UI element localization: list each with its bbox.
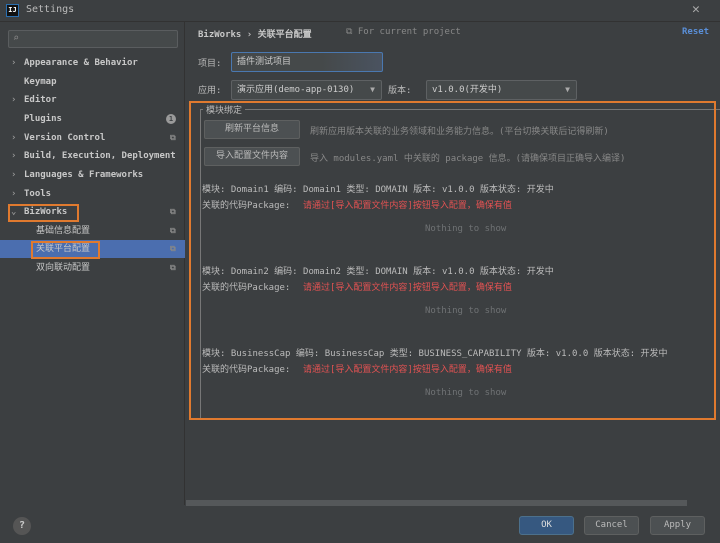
help-button[interactable]: ? <box>13 517 31 535</box>
app-select[interactable]: 演示应用(demo-app-0130) ▼ <box>231 80 382 100</box>
search-icon: ⌕ <box>13 33 20 44</box>
sidebar-item-label: Tools <box>24 189 52 199</box>
chevron-icon: › <box>11 95 17 105</box>
search-input[interactable]: ⌕ <box>8 30 178 48</box>
scope-label: ⧉ For current project <box>346 27 461 37</box>
sidebar-item[interactable]: 双向联动配置 ⧉ <box>0 259 185 277</box>
chevron-icon: › <box>11 58 17 68</box>
sidebar-item-label: Languages & Frameworks <box>24 170 144 180</box>
version-label: 版本: <box>388 86 412 96</box>
sidebar-item-label: Build, Execution, Deployment <box>24 151 176 161</box>
version-value: v1.0.0(开发中) <box>432 85 503 95</box>
close-icon[interactable]: ✕ <box>692 2 700 17</box>
highlight-box <box>31 241 100 259</box>
horizontal-scrollbar[interactable] <box>186 500 687 506</box>
ok-button[interactable]: OK <box>519 516 574 535</box>
project-label: 项目: <box>198 59 222 69</box>
highlight-box <box>8 204 79 222</box>
copy-icon: ⧉ <box>170 226 176 235</box>
breadcrumb: BizWorks › 关联平台配置 <box>198 30 312 40</box>
sidebar-item-label: Version Control <box>24 133 106 143</box>
sidebar-item-label: Editor <box>24 95 57 105</box>
sidebar-item[interactable]: › Languages & Frameworks <box>0 166 185 184</box>
title-bar: IJ Settings ✕ <box>0 0 720 22</box>
sidebar-item[interactable]: › Version Control ⧉ <box>0 129 185 147</box>
copy-icon: ⧉ <box>170 244 176 253</box>
sidebar-item-label: 基础信息配置 <box>36 226 91 236</box>
cancel-button[interactable]: Cancel <box>584 516 639 535</box>
project-field[interactable]: 插件测试项目 <box>231 52 383 72</box>
app-logo-icon: IJ <box>6 4 19 17</box>
apply-button[interactable]: Apply <box>650 516 705 535</box>
update-badge: 1 <box>166 114 176 124</box>
scope-text: For current project <box>357 27 461 37</box>
version-select[interactable]: v1.0.0(开发中) ▼ <box>426 80 577 100</box>
sidebar-item[interactable]: › Build, Execution, Deployment <box>0 147 185 165</box>
sidebar-item[interactable]: › Appearance & Behavior <box>0 54 185 72</box>
app-value: 演示应用(demo-app-0130) <box>237 85 355 95</box>
chevron-icon: › <box>11 151 17 161</box>
copy-icon: ⧉ <box>170 133 176 142</box>
sidebar-item-label: 双向联动配置 <box>36 263 91 273</box>
sidebar-item[interactable]: Keymap <box>0 73 185 91</box>
sidebar-item-label: Plugins <box>24 114 62 124</box>
sidebar-item[interactable]: › Editor <box>0 91 185 109</box>
copy-icon: ⧉ <box>170 263 176 272</box>
sidebar-item[interactable]: Plugins 1 <box>0 110 185 128</box>
sidebar-item-label: Appearance & Behavior <box>24 58 138 68</box>
app-label: 应用: <box>198 86 222 96</box>
sidebar-item-label: Keymap <box>24 77 57 87</box>
chevron-down-icon: ▼ <box>370 85 375 94</box>
copy-icon: ⧉ <box>170 207 176 216</box>
sidebar-item[interactable]: › Tools <box>0 185 185 203</box>
chevron-icon: › <box>11 189 17 199</box>
highlight-box <box>189 101 716 420</box>
chevron-icon: › <box>11 133 17 143</box>
window-title: Settings <box>26 4 75 15</box>
chevron-icon: › <box>11 170 17 180</box>
reset-link[interactable]: Reset <box>682 27 709 37</box>
chevron-down-icon: ▼ <box>565 85 570 94</box>
sidebar-item[interactable]: 基础信息配置 ⧉ <box>0 222 185 240</box>
copy-icon: ⧉ <box>346 27 353 37</box>
